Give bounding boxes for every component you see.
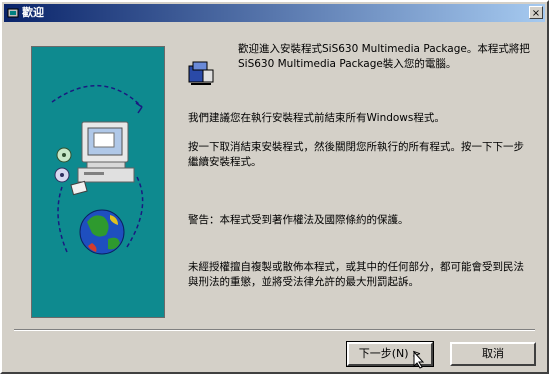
separator bbox=[14, 329, 535, 331]
computer-globe-icon bbox=[51, 84, 144, 255]
setup-icon bbox=[7, 8, 19, 18]
welcome-text: 歡迎進入安裝程式SiS630 Multimedia Package。本程式將把S… bbox=[238, 43, 530, 70]
instruction-text: 按一下取消結束安裝程式，然後關閉您所執行的所有程式。按一下下一步繼續安裝程式。 bbox=[188, 141, 524, 168]
setup-dialog: 歡迎 × 歡迎進入安裝程式SiS630 Multimedia Package。本… bbox=[0, 0, 549, 374]
warning-text: 警告：本程式受到著作權法及國際條約的保護。 bbox=[188, 214, 409, 226]
close-icon: × bbox=[531, 8, 541, 19]
wizard-side-panel bbox=[31, 46, 165, 318]
close-button[interactable]: × bbox=[529, 6, 543, 19]
mouse-cursor-icon bbox=[413, 351, 425, 369]
recommend-text: 我們建議您在執行安裝程式前結束所有Windows程式。 bbox=[188, 112, 445, 124]
setup-box-icon bbox=[188, 61, 214, 85]
title-bar[interactable]: 歡迎 × bbox=[4, 4, 545, 22]
cancel-button[interactable]: 取消 bbox=[450, 342, 536, 366]
legal-text: 未經授權擅自複製或散佈本程式，或其中的任何部分，都可能會受到民法與刑法的重懲，並… bbox=[188, 261, 524, 288]
window-title: 歡迎 bbox=[22, 6, 44, 19]
